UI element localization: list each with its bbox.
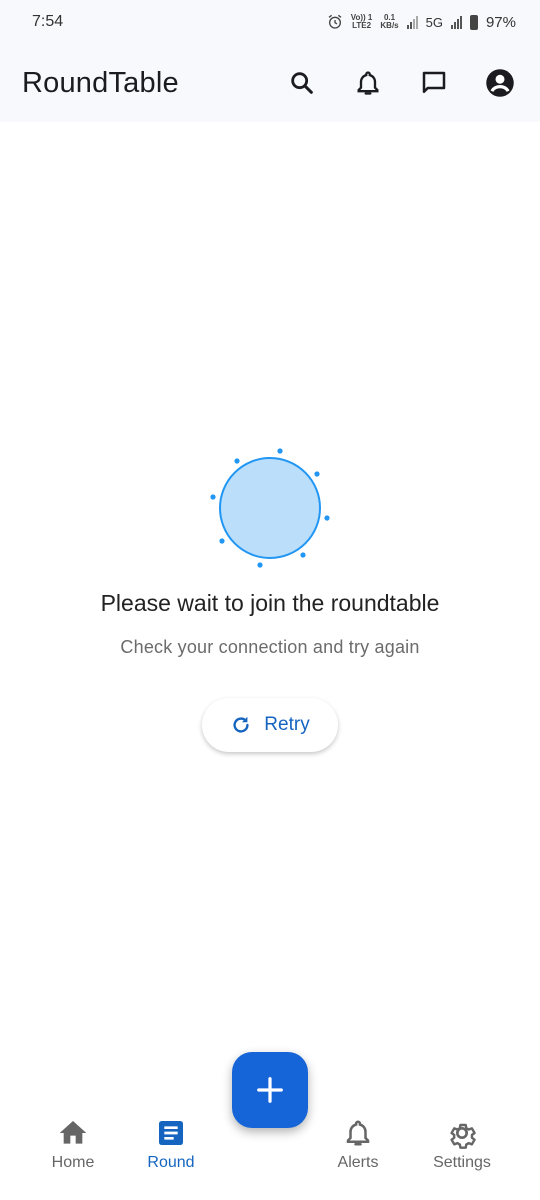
status-icons: Vo)) 1 LTE2 0.1 KB/s 5G 97% xyxy=(327,14,516,31)
nav-label-settings: Settings xyxy=(433,1154,491,1171)
signal-icon xyxy=(406,15,418,29)
profile-button[interactable] xyxy=(482,65,518,101)
battery-icon xyxy=(469,14,478,30)
empty-state-subtitle: Check your connection and try again xyxy=(120,637,420,657)
app-title: RoundTable xyxy=(22,66,179,99)
account-circle-icon xyxy=(486,69,514,97)
nav-label-round: Round xyxy=(147,1154,195,1171)
nav-item-alerts[interactable]: Alerts xyxy=(308,1116,408,1172)
search-button[interactable] xyxy=(284,65,320,101)
retry-label: Retry xyxy=(264,714,310,735)
connection-illustration xyxy=(200,440,340,580)
nav-item-home[interactable]: Home xyxy=(23,1116,123,1172)
battery-level: 97% xyxy=(485,13,516,31)
app-bar: RoundTable xyxy=(0,44,540,122)
empty-state: Please wait to join the roundtable Check… xyxy=(0,440,540,658)
nav-item-round[interactable]: Round xyxy=(121,1116,221,1172)
gear-icon xyxy=(450,1123,476,1149)
messages-button[interactable] xyxy=(416,65,452,101)
search-icon xyxy=(291,72,313,94)
notifications-button[interactable] xyxy=(350,65,386,101)
app-actions xyxy=(284,65,518,101)
waiting-circle-icon xyxy=(210,448,330,568)
article-icon xyxy=(159,1121,183,1145)
alarm-icon xyxy=(328,14,342,29)
bell-icon xyxy=(357,71,379,95)
network-type: 5G xyxy=(425,14,443,30)
nav-item-settings[interactable]: Settings xyxy=(412,1116,512,1172)
nav-label-alerts: Alerts xyxy=(337,1154,379,1171)
volte-indicator: Vo)) 1 LTE2 xyxy=(350,13,373,30)
empty-state-title: Please wait to join the roundtable xyxy=(100,590,440,616)
nav-label-home: Home xyxy=(51,1154,95,1171)
chat-icon xyxy=(422,71,446,93)
home-icon xyxy=(59,1121,87,1144)
bell-icon xyxy=(346,1120,370,1146)
network-speed: 0.1 KB/s xyxy=(380,13,399,30)
status-bar: 7:54 Vo)) 1 LTE2 0.1 KB/s 5G 97% xyxy=(0,0,540,44)
signal-icon-2 xyxy=(450,15,462,29)
refresh-icon xyxy=(233,716,249,733)
plus-icon xyxy=(257,1077,283,1103)
status-time: 7:54 xyxy=(32,13,64,30)
add-fab-button[interactable] xyxy=(232,1052,308,1128)
retry-button[interactable]: Retry xyxy=(202,698,338,752)
